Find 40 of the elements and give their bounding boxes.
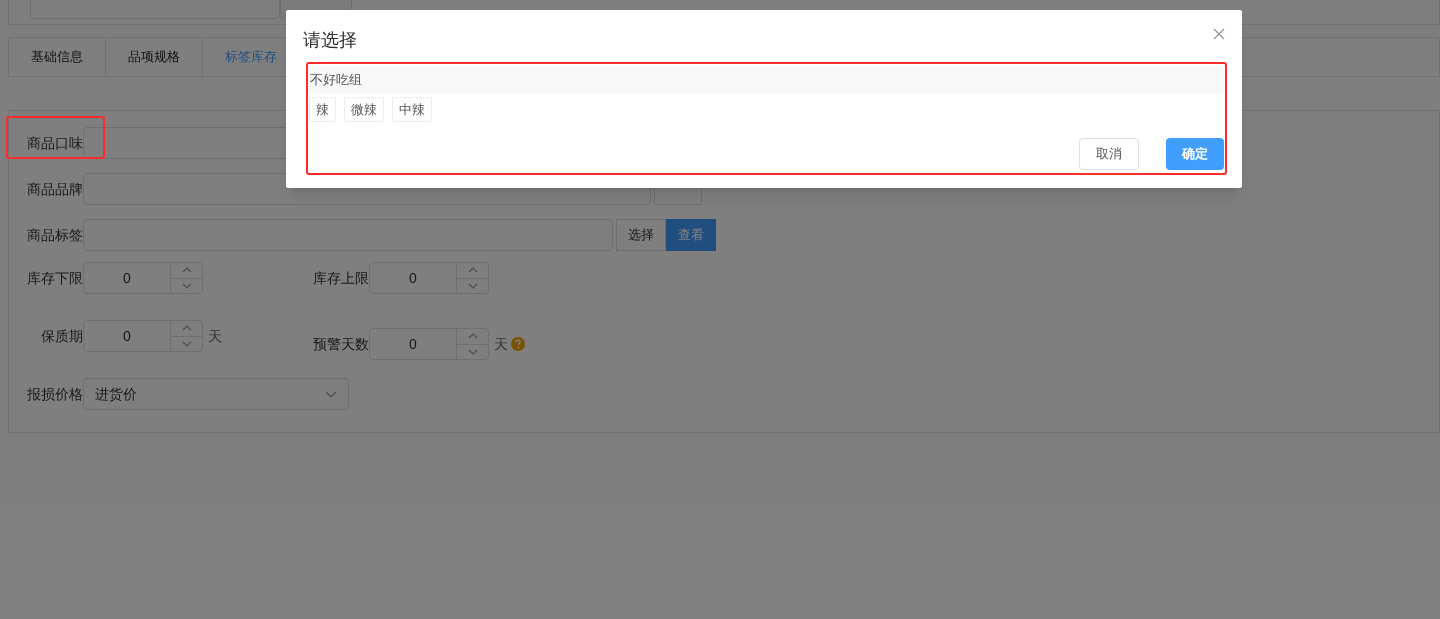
down-chevron-icon[interactable] [181, 340, 192, 347]
field-label: 商品口味 [26, 133, 83, 153]
number-value: 0 [408, 268, 418, 288]
caret-icon [325, 390, 337, 398]
field-label: 库存上限 [312, 268, 369, 288]
field-label: 报损价格 [26, 384, 83, 404]
down-chevron-icon[interactable] [467, 282, 478, 289]
number-value: 0 [408, 334, 418, 354]
up-chevron-icon[interactable] [181, 267, 192, 274]
up-chevron-icon[interactable] [467, 333, 478, 340]
close-icon[interactable] [1213, 28, 1225, 40]
confirm-button[interactable]: 确定 [1166, 138, 1224, 170]
tag-option[interactable]: 中辣 [392, 97, 432, 122]
field-label: 保质期 [40, 326, 83, 346]
number-input[interactable]: 0 [83, 262, 203, 294]
number-input[interactable]: 0 [83, 320, 203, 352]
up-chevron-icon[interactable] [181, 325, 192, 332]
number-value: 0 [122, 268, 132, 288]
select-field[interactable]: 进货价 [83, 378, 349, 410]
tab[interactable]: 品项规格 [106, 38, 203, 76]
number-input[interactable]: 0 [369, 262, 489, 294]
cancel-button[interactable]: 取消 [1079, 138, 1139, 170]
down-chevron-icon[interactable] [181, 282, 192, 289]
field-label: 预警天数 [312, 334, 369, 354]
group-header: 不好吃组 [306, 66, 1224, 93]
tag-option[interactable]: 辣 [309, 97, 336, 122]
number-input[interactable]: 0 [369, 328, 489, 360]
field-label: 库存下限 [26, 268, 83, 288]
field-label: 商品标签 [26, 225, 83, 245]
help-icon[interactable] [511, 337, 525, 351]
unit-label: 天 [494, 334, 508, 354]
select-button[interactable]: 选择 [616, 219, 666, 251]
dialog-title: 请选择 [303, 29, 357, 52]
down-chevron-icon[interactable] [467, 348, 478, 355]
unit-label: 天 [208, 326, 222, 346]
up-chevron-icon[interactable] [467, 267, 478, 274]
field-label: 商品品牌 [26, 179, 83, 199]
number-value: 0 [122, 326, 132, 346]
tab[interactable]: 基础信息 [9, 38, 106, 76]
tag-option[interactable]: 微辣 [344, 97, 384, 122]
